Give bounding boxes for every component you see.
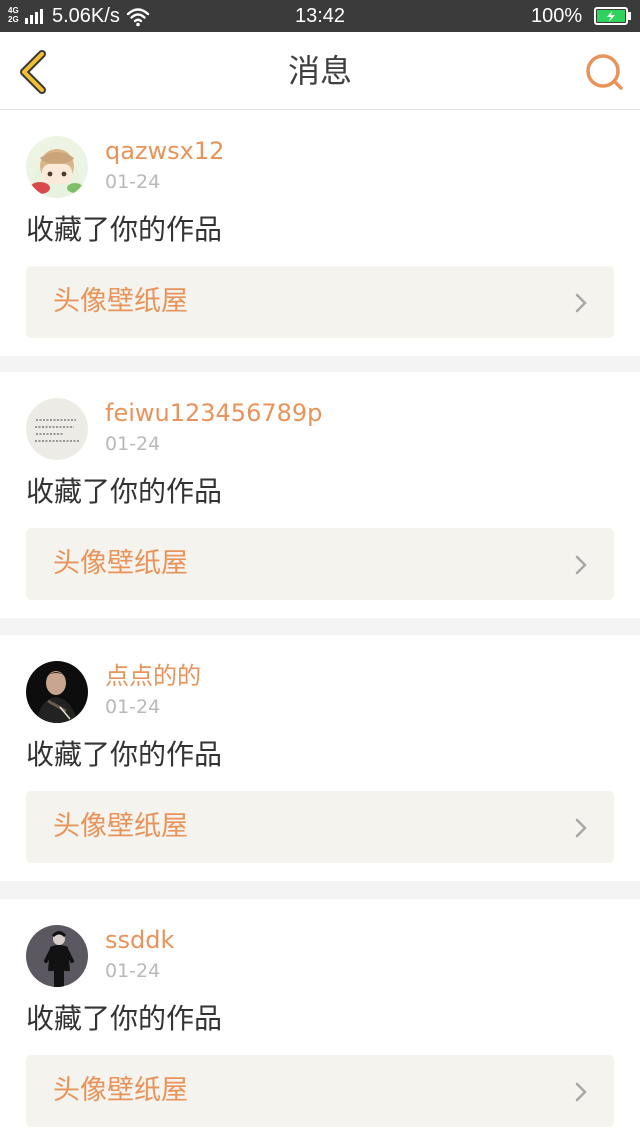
chevron-right-icon — [575, 293, 587, 313]
cartoon-girl-avatar[interactable] — [26, 136, 88, 198]
timestamp: 01-24 — [105, 960, 161, 982]
battery-percent: 100% — [531, 5, 583, 27]
timestamp: 01-24 — [105, 696, 161, 718]
work-title: 头像壁纸屋 — [53, 548, 188, 579]
timestamp: 01-24 — [105, 433, 161, 455]
notification-card: qazwsx12 01-24 收藏了你的作品 头像壁纸屋 — [0, 110, 640, 356]
work-title: 头像壁纸屋 — [53, 811, 188, 842]
notification-text: 收藏了你的作品 — [26, 1002, 223, 1035]
work-link[interactable]: 头像壁纸屋 — [26, 1055, 614, 1127]
chevron-right-icon — [575, 818, 587, 838]
page-title: 消息 — [287, 52, 352, 90]
username[interactable]: qazwsx12 — [105, 134, 224, 168]
chevron-right-icon — [575, 555, 587, 575]
notification-card: feiwu123456789p 01-24 收藏了你的作品 头像壁纸屋 — [0, 372, 640, 618]
notification-text: 收藏了你的作品 — [26, 213, 223, 246]
username[interactable]: ssddk — [105, 923, 174, 957]
handwriting-avatar[interactable] — [26, 398, 88, 460]
work-title: 头像壁纸屋 — [53, 1075, 188, 1106]
username[interactable]: feiwu123456789p — [105, 396, 322, 430]
timestamp: 01-24 — [105, 171, 161, 193]
username[interactable]: 点点的的 — [105, 659, 201, 693]
work-link[interactable]: 头像壁纸屋 — [26, 266, 614, 338]
notification-card: 点点的的 01-24 收藏了你的作品 头像壁纸屋 — [0, 635, 640, 881]
dark-portrait-avatar[interactable] — [26, 661, 88, 723]
notification-text: 收藏了你的作品 — [26, 475, 223, 508]
nav-bar: 消息 — [0, 32, 640, 110]
status-bar: 4G 2G 5.06K/s 13:42 100% — [0, 0, 640, 32]
battery-charging-icon — [594, 7, 631, 25]
standing-figure-avatar[interactable] — [26, 925, 88, 987]
search-icon[interactable] — [584, 52, 626, 92]
notification-text: 收藏了你的作品 — [26, 738, 223, 771]
work-link[interactable]: 头像壁纸屋 — [26, 528, 614, 600]
notification-card: ssddk 01-24 收藏了你的作品 头像壁纸屋 — [0, 899, 640, 1138]
chevron-right-icon — [575, 1082, 587, 1102]
work-title: 头像壁纸屋 — [53, 286, 188, 317]
work-link[interactable]: 头像壁纸屋 — [26, 791, 614, 863]
